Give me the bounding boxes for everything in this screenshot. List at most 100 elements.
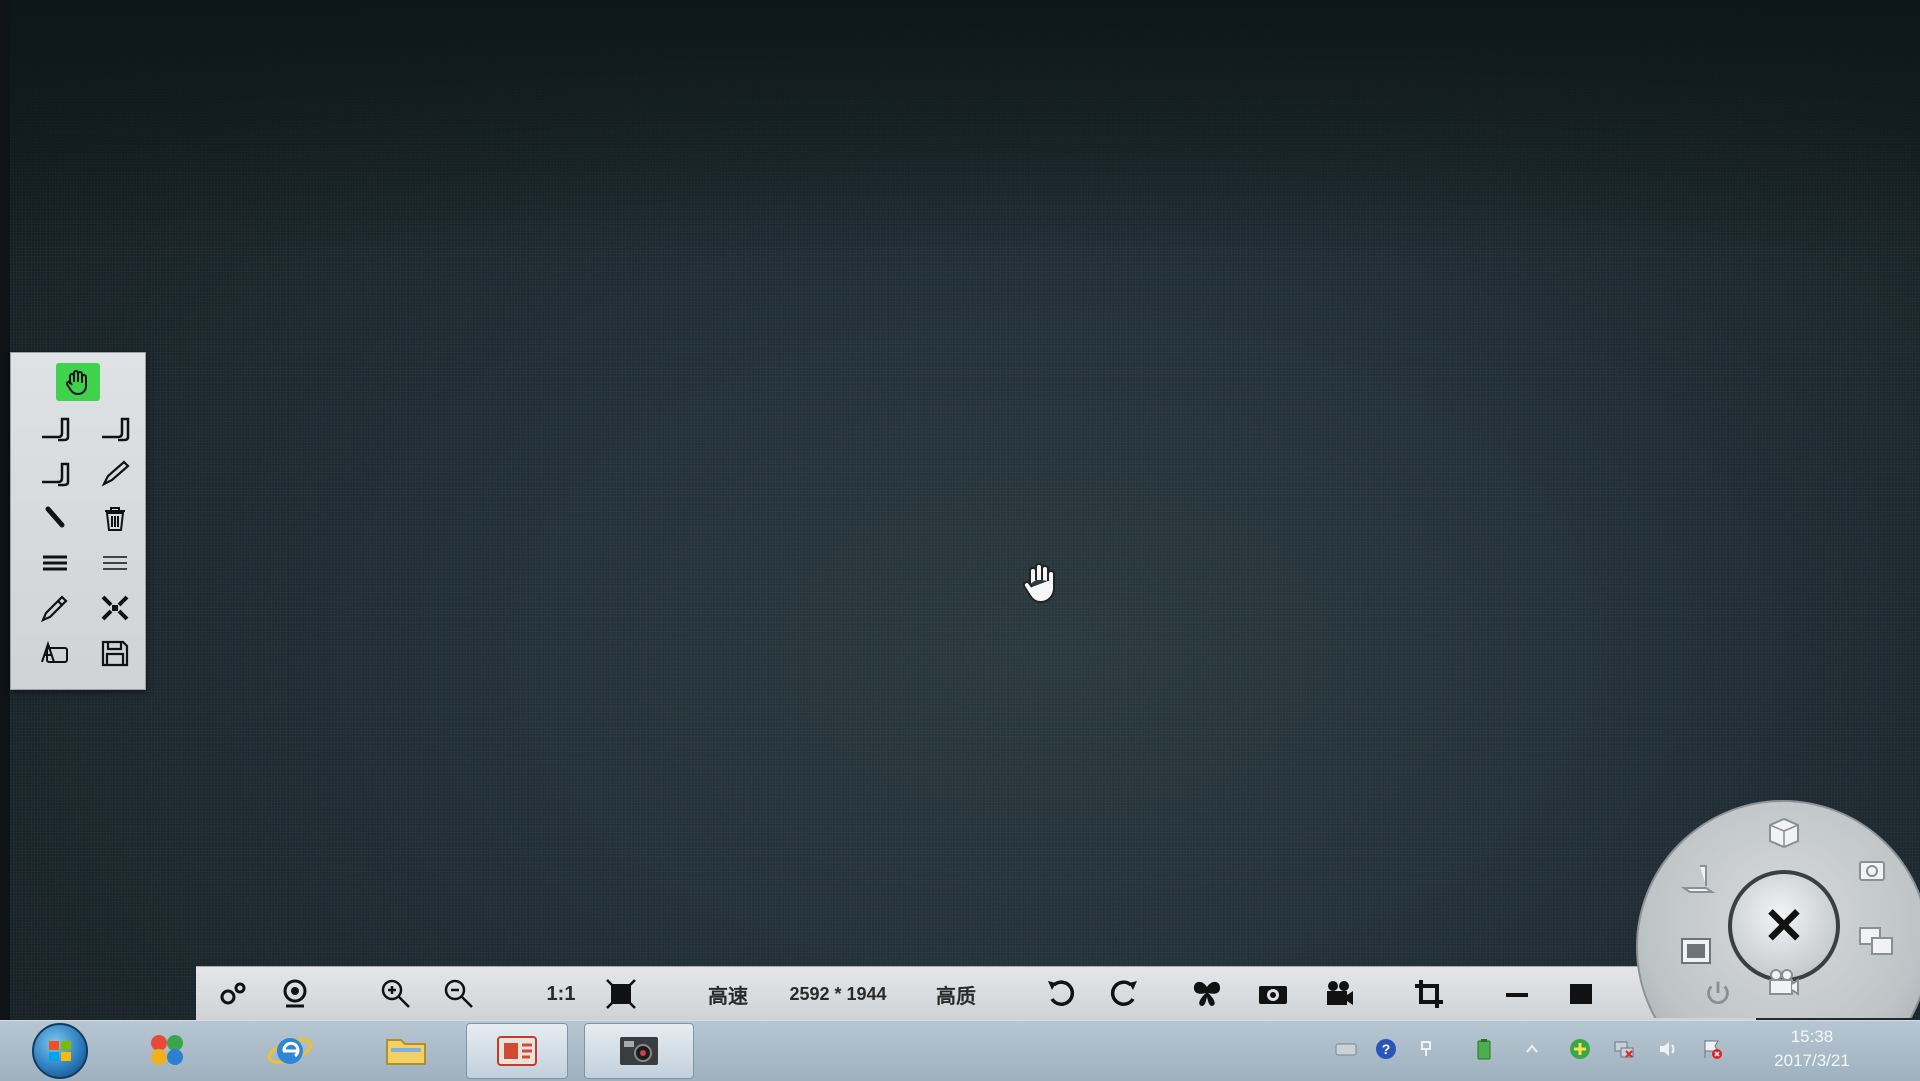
mirror-button[interactable] — [1180, 967, 1234, 1021]
marker-icon — [45, 506, 65, 528]
gallery-button[interactable] — [1668, 930, 1724, 974]
screenshot-mode-button[interactable] — [1846, 850, 1902, 896]
taskbar-app-launcher[interactable] — [118, 1023, 218, 1077]
screen-edge — [0, 0, 10, 1020]
thick-lines-icon — [43, 555, 67, 571]
scanner-mode-button[interactable] — [1670, 856, 1726, 902]
rotate-right-icon — [1110, 980, 1137, 1006]
hand-cursor-icon — [1022, 563, 1055, 604]
rotate-right-button[interactable] — [1099, 967, 1149, 1021]
taskbar-file-explorer[interactable] — [356, 1023, 456, 1077]
taskbar-camera-app[interactable] — [584, 1023, 694, 1079]
line-width-thick-button[interactable] — [33, 544, 77, 582]
power-icon — [1707, 981, 1729, 1005]
keyboard-tray-icon[interactable] — [1334, 1037, 1358, 1061]
system-clock[interactable]: 15:38 2017/3/21 — [1742, 1025, 1882, 1077]
eraser-tool-button[interactable] — [33, 499, 77, 537]
zoom-out-icon — [444, 979, 473, 1008]
actual-size-button[interactable]: 1:1 — [534, 967, 588, 1021]
taskbar-internet-explorer[interactable] — [240, 1023, 340, 1077]
webcam-icon — [283, 979, 307, 1008]
rotate-left-button[interactable] — [1036, 967, 1086, 1021]
eyedropper-icon — [40, 595, 68, 623]
folder-icon — [386, 1039, 426, 1065]
line-width-thin-button[interactable] — [93, 544, 137, 582]
svg-text:?: ? — [1382, 1041, 1391, 1057]
save-tool-button[interactable] — [93, 634, 137, 672]
camera-preview-area[interactable] — [0, 0, 1920, 1020]
camera-icon — [1259, 986, 1287, 1004]
pen-tool-3-button[interactable] — [33, 454, 77, 492]
fit-window-icon — [606, 979, 636, 1009]
preview-shade — [0, 0, 1920, 260]
close-icon: ✕ — [1763, 898, 1805, 954]
windows-taskbar: ? 15:38 2017/3/21 — [0, 1020, 1920, 1081]
help-tray-icon[interactable]: ? — [1374, 1037, 1398, 1061]
annotation-tool-palette — [10, 352, 146, 690]
windows-logo-icon — [32, 1023, 88, 1079]
clock-time: 15:38 — [1790, 1027, 1834, 1046]
camera-app-icon — [620, 1037, 658, 1065]
power-button[interactable] — [1694, 974, 1742, 1014]
pen-icon — [42, 417, 70, 442]
delete-tool-button[interactable] — [93, 499, 137, 537]
crop-icon — [1415, 980, 1443, 1008]
expand-icon — [101, 595, 129, 621]
capture-toolbar: 1:1 高速 2592 * 1944 高质 — [196, 966, 1756, 1021]
color-picker-tool-button[interactable] — [33, 589, 77, 627]
speed-mode-label[interactable]: 高速 — [698, 967, 758, 1021]
quality-mode-label[interactable]: 高质 — [926, 967, 986, 1021]
thin-lines-icon — [103, 556, 127, 570]
start-button[interactable] — [22, 1023, 98, 1079]
pencil-tool-button[interactable] — [93, 454, 137, 492]
maximize-icon — [1570, 984, 1592, 1004]
update-tray-icon[interactable] — [1568, 1037, 1592, 1061]
record-video-button[interactable] — [1312, 967, 1366, 1021]
pen-tool-2-button[interactable] — [93, 409, 137, 447]
battery-tray-icon[interactable] — [1472, 1037, 1496, 1061]
taskbar-presentation-app[interactable] — [466, 1023, 568, 1079]
fullscreen-tool-button[interactable] — [93, 589, 137, 627]
pencil-icon — [101, 460, 130, 487]
presentation-icon — [497, 1036, 537, 1066]
butterfly-icon — [1193, 981, 1221, 1006]
app-store-icon — [151, 1035, 183, 1065]
pen-icon — [102, 417, 130, 442]
gears-icon — [220, 982, 246, 1005]
zoom-in-icon — [381, 979, 410, 1008]
multi-window-button[interactable] — [1848, 918, 1904, 964]
document-mode-button[interactable] — [1756, 810, 1812, 854]
save-icon — [101, 640, 129, 667]
resolution-selector[interactable]: 2592 * 1944 — [768, 967, 908, 1021]
zoom-in-button[interactable] — [371, 967, 421, 1021]
pen-tool-1-button[interactable] — [33, 409, 77, 447]
text-tool-button[interactable] — [33, 634, 77, 672]
hand-tool-button[interactable] — [56, 363, 100, 401]
minimize-icon — [1506, 993, 1528, 997]
camera-icon — [1859, 861, 1885, 881]
stack-icon — [1769, 817, 1799, 849]
show-hidden-icons-button[interactable] — [1520, 1037, 1544, 1061]
clock-date: 2017/3/21 — [1774, 1051, 1850, 1070]
maximize-button[interactable] — [1556, 967, 1606, 1021]
input-method-tray-icon[interactable] — [1414, 1037, 1438, 1061]
volume-tray-icon[interactable] — [1656, 1037, 1680, 1061]
crop-button[interactable] — [1402, 967, 1456, 1021]
scanner-icon — [1680, 865, 1716, 893]
hand-icon — [66, 370, 87, 396]
picture-icon — [1681, 938, 1711, 964]
minimize-button[interactable] — [1492, 967, 1542, 1021]
webcam-button[interactable] — [270, 967, 320, 1021]
action-center-tray-icon[interactable] — [1700, 1037, 1724, 1061]
capture-photo-button[interactable] — [1246, 967, 1300, 1021]
settings-button[interactable] — [208, 967, 258, 1021]
video-mode-button[interactable] — [1756, 960, 1812, 1006]
text-box-icon — [41, 640, 68, 663]
zoom-out-button[interactable] — [434, 967, 484, 1021]
video-camera-icon — [1327, 981, 1353, 1005]
network-tray-icon[interactable] — [1612, 1037, 1636, 1061]
internet-explorer-icon — [267, 1038, 313, 1064]
fit-window-button[interactable] — [596, 967, 646, 1021]
radial-control-menu: ✕ — [1636, 800, 1920, 1018]
trash-icon — [105, 507, 125, 531]
